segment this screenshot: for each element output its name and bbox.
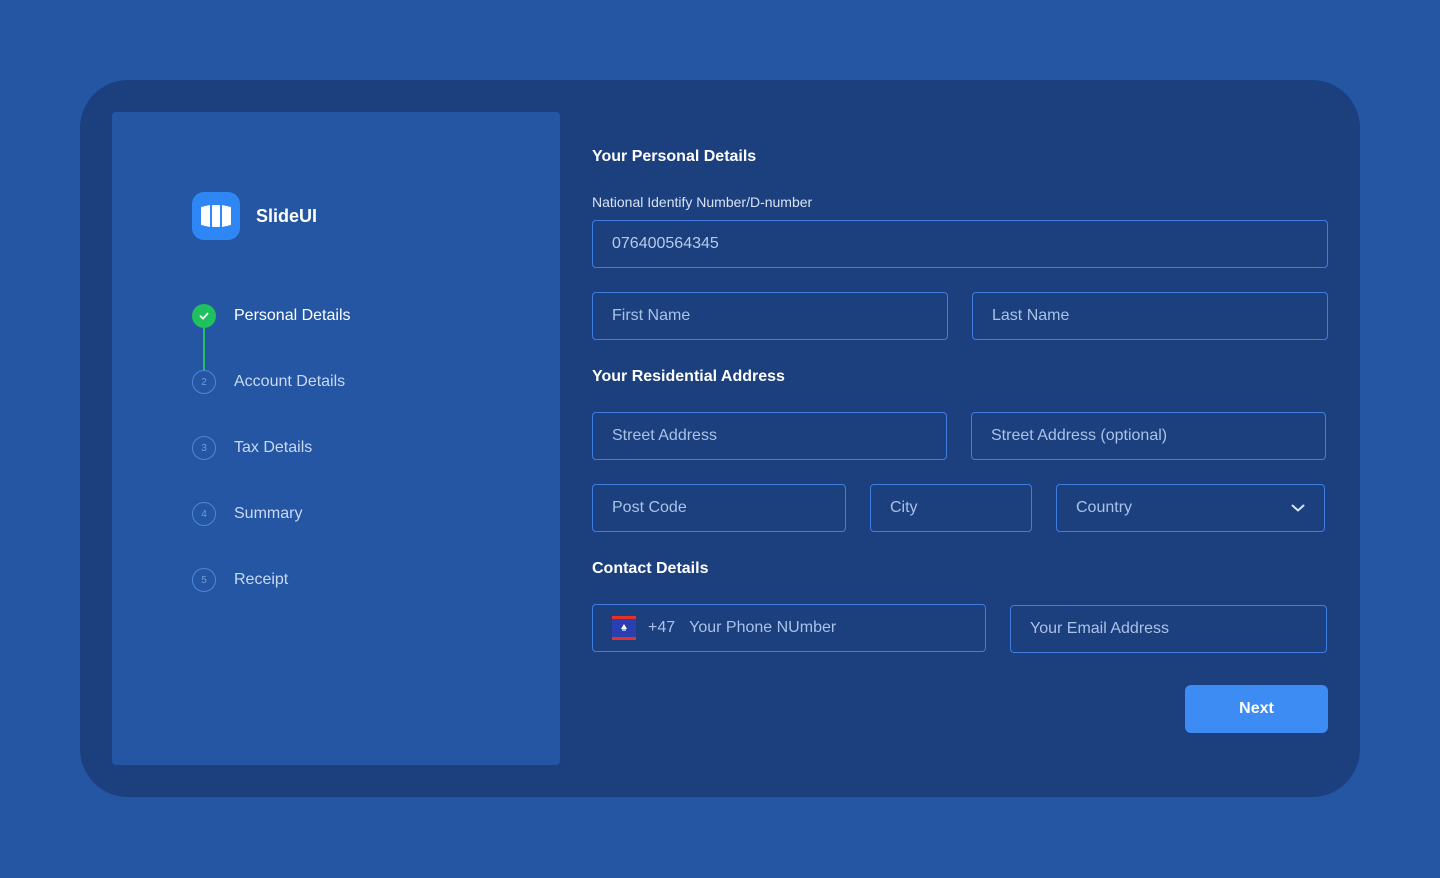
step-number: 3 xyxy=(192,436,216,460)
national-id-field[interactable]: 076400564345 xyxy=(592,220,1328,268)
columns-logo-icon xyxy=(192,192,240,240)
street-address-placeholder: Street Address xyxy=(612,427,717,444)
city-field[interactable]: City xyxy=(870,484,1032,532)
stepper-sidebar: SlideUI Personal Details 2 Account Detai… xyxy=(112,112,560,765)
step-receipt[interactable]: 5 Receipt xyxy=(192,568,288,592)
step-label: Tax Details xyxy=(234,439,313,456)
step-number: 5 xyxy=(192,568,216,592)
step-label: Personal Details xyxy=(234,307,351,324)
step-label: Receipt xyxy=(234,571,289,588)
street-address-optional-field[interactable]: Street Address (optional) xyxy=(971,412,1326,460)
email-field[interactable]: Your Email Address xyxy=(1010,605,1327,653)
step-number: 4 xyxy=(192,502,216,526)
email-placeholder: Your Email Address xyxy=(1030,620,1170,637)
dial-code: +47 xyxy=(648,619,676,636)
step-tax-details[interactable]: 3 Tax Details xyxy=(192,436,312,460)
step-personal-details[interactable]: Personal Details xyxy=(192,304,351,328)
step-label: Summary xyxy=(234,505,303,522)
phone-placeholder: Your Phone NUmber xyxy=(689,619,837,636)
next-button[interactable]: Next xyxy=(1185,685,1328,733)
step-number: 2 xyxy=(192,370,216,394)
post-code-placeholder: Post Code xyxy=(612,499,687,516)
first-name-field[interactable]: First Name xyxy=(592,292,948,340)
street-address-field[interactable]: Street Address xyxy=(592,412,947,460)
first-name-placeholder: First Name xyxy=(612,307,691,324)
contact-details-title: Contact Details xyxy=(592,560,709,577)
step-connector xyxy=(203,328,205,370)
national-id-label: National Identify Number/D-number xyxy=(592,194,813,210)
step-account-details[interactable]: 2 Account Details xyxy=(192,370,345,394)
signup-card: SlideUI Personal Details 2 Account Detai… xyxy=(80,80,1360,797)
step-label: Account Details xyxy=(234,373,346,390)
country-placeholder: Country xyxy=(1076,499,1133,516)
brand: SlideUI xyxy=(192,192,317,240)
flag-icon xyxy=(612,616,636,640)
street-address-optional-placeholder: Street Address (optional) xyxy=(991,427,1168,444)
national-id-value: 076400564345 xyxy=(612,235,719,252)
brand-name: SlideUI xyxy=(256,205,318,226)
chevron-down-icon xyxy=(1291,504,1305,512)
post-code-field[interactable]: Post Code xyxy=(592,484,846,532)
residential-address-title: Your Residential Address xyxy=(592,368,785,385)
last-name-placeholder: Last Name xyxy=(992,307,1070,324)
checkmark-icon xyxy=(192,304,216,328)
country-select[interactable]: Country xyxy=(1056,484,1325,532)
personal-details-title: Your Personal Details xyxy=(592,148,757,165)
city-placeholder: City xyxy=(890,499,918,516)
step-summary[interactable]: 4 Summary xyxy=(192,502,302,526)
phone-field[interactable]: +47 Your Phone NUmber xyxy=(592,604,986,652)
last-name-field[interactable]: Last Name xyxy=(972,292,1328,340)
